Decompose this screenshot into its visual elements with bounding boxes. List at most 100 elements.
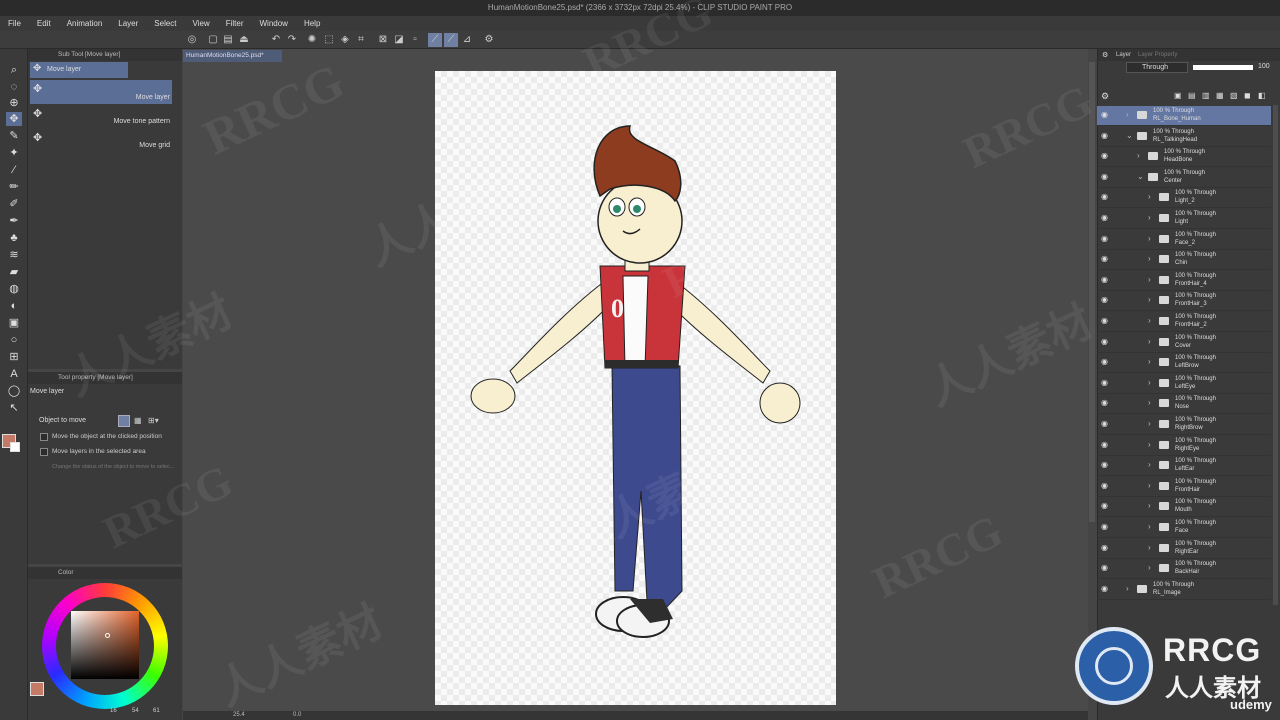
snap-grid-icon[interactable]: ⊿: [460, 33, 474, 47]
eye-icon[interactable]: ◉: [1101, 152, 1111, 160]
layer-settings-icon[interactable]: ⚙: [1101, 91, 1109, 102]
figure-icon[interactable]: ▣: [6, 316, 22, 330]
lasso-icon[interactable]: ◌: [6, 80, 22, 94]
menu-item-select[interactable]: Select: [146, 19, 184, 28]
menu-item-view[interactable]: View: [185, 19, 218, 28]
eye-icon[interactable]: ◉: [1101, 440, 1111, 449]
eye-icon[interactable]: ◉: [1101, 317, 1111, 325]
chevron-right-icon[interactable]: ›: [1148, 378, 1156, 387]
transform-icon[interactable]: ◈: [338, 33, 352, 47]
menu-item-help[interactable]: Help: [296, 19, 328, 28]
redo-icon[interactable]: ↷: [285, 33, 299, 47]
color-picker-cursor[interactable]: [105, 633, 110, 638]
saturation-value-square[interactable]: [71, 611, 139, 679]
menu-item-edit[interactable]: Edit: [29, 19, 59, 28]
pen-icon[interactable]: ✎: [6, 129, 22, 143]
layer-row[interactable]: ◉ › 100 % Through Light: [1097, 209, 1271, 229]
layer-tab[interactable]: Layer: [1116, 52, 1131, 58]
airbrush-icon[interactable]: ✒: [6, 214, 22, 228]
canvas-vertical-scrollbar[interactable]: [1089, 62, 1095, 522]
eye-icon[interactable]: ◉: [1101, 214, 1111, 222]
eye-icon[interactable]: ◉: [1101, 399, 1111, 407]
document-tab[interactable]: HumanMotionBone25.psd*: [183, 50, 282, 62]
new-file-icon[interactable]: ▢: [206, 33, 220, 47]
correct-line-icon[interactable]: ↖: [6, 401, 22, 415]
save-icon[interactable]: ⏏: [237, 33, 251, 47]
eye-icon[interactable]: ◉: [1101, 564, 1111, 572]
opacity-value[interactable]: 100: [1258, 63, 1270, 70]
deselect-icon[interactable]: ⊠: [376, 33, 390, 47]
angle-value[interactable]: 0.0: [293, 712, 301, 718]
subtool-item-move-tone-pattern[interactable]: ✥ Move tone pattern: [30, 105, 172, 129]
blend-icon[interactable]: ≋: [6, 248, 22, 262]
option-checkbox-selected-area[interactable]: [40, 448, 48, 456]
layer-row[interactable]: ◉ › 100 % Through Nose: [1097, 394, 1271, 415]
layer-row[interactable]: ◉ › 100 % Through RightBrow: [1097, 415, 1271, 435]
layer-row[interactable]: ◉ ⌄ 100 % Through RL_TalkingHead: [1097, 127, 1271, 147]
layer-row[interactable]: ◉ › 100 % Through FrontHair_2: [1097, 312, 1271, 332]
layer-row[interactable]: ◉ › 100 % Through LeftEar: [1097, 456, 1271, 477]
layer-row[interactable]: ◉ › 100 % Through LeftBrow: [1097, 353, 1271, 374]
layer-row[interactable]: ◉ › 100 % Through LeftEye: [1097, 374, 1271, 394]
eye-icon[interactable]: ◉: [1101, 234, 1111, 243]
eye-icon[interactable]: ◉: [1101, 461, 1111, 469]
chevron-right-icon[interactable]: ›: [1148, 398, 1156, 407]
select-icon[interactable]: ⊕: [6, 96, 22, 110]
layer-row[interactable]: ◉ › 100 % Through Mouth: [1097, 497, 1271, 518]
eye-icon[interactable]: ◉: [1101, 337, 1111, 346]
chevron-right-icon[interactable]: ›: [1148, 295, 1156, 304]
menu-item-window[interactable]: Window: [252, 19, 296, 28]
frame-icon[interactable]: ○: [6, 333, 22, 347]
clear-icon[interactable]: ✺: [305, 33, 319, 47]
layer-row[interactable]: ◉ › 100 % Through RL_Image: [1097, 580, 1271, 600]
decoration-icon[interactable]: ♣: [6, 231, 22, 245]
eye-icon[interactable]: ◉: [1101, 131, 1111, 140]
layer-row[interactable]: ◉ › 100 % Through HeadBone: [1097, 147, 1271, 168]
eye-icon[interactable]: ◉: [1101, 358, 1111, 366]
fill-bucket-icon[interactable]: ◍: [6, 282, 22, 296]
pencil-icon[interactable]: ✏: [6, 180, 22, 194]
layer-row[interactable]: ◉ › 100 % Through Face_2: [1097, 230, 1271, 250]
balloon-icon[interactable]: ◯: [6, 384, 22, 398]
chevron-down-icon[interactable]: ⌄: [1137, 172, 1145, 181]
move-icon[interactable]: ✥: [6, 112, 22, 126]
brush-icon[interactable]: ✐: [6, 197, 22, 211]
chevron-right-icon[interactable]: ›: [1148, 357, 1156, 366]
snap-ruler-icon[interactable]: ⟋: [428, 33, 442, 47]
menu-item-filter[interactable]: Filter: [218, 19, 252, 28]
eye-icon[interactable]: ◉: [1101, 255, 1111, 263]
layer-row[interactable]: ◉ › 100 % Through Cover: [1097, 333, 1271, 353]
undo-icon[interactable]: ↶: [269, 33, 283, 47]
layer-row[interactable]: ◉ › 100 % Through Face: [1097, 518, 1271, 538]
text-icon[interactable]: A: [6, 367, 22, 381]
eye-icon[interactable]: ◉: [1101, 378, 1111, 387]
snap-special-ruler-icon[interactable]: ⟋: [444, 33, 458, 47]
color-panel-main-swatch[interactable]: [30, 682, 44, 696]
chevron-right-icon[interactable]: ›: [1126, 110, 1134, 119]
layer-row[interactable]: ◉ › 100 % Through FrontHair: [1097, 477, 1271, 497]
eye-icon[interactable]: ◉: [1101, 481, 1111, 490]
eye-icon[interactable]: ◉: [1101, 584, 1111, 593]
subtool-item-move-grid[interactable]: ✥ Move grid: [30, 129, 172, 153]
layer-mask-icon[interactable]: ▣: [1174, 91, 1182, 100]
clip-studio-icon[interactable]: ◎: [185, 33, 199, 47]
menu-item-layer[interactable]: Layer: [110, 19, 146, 28]
layer-ref-icon[interactable]: ▥: [1202, 91, 1210, 100]
chevron-right-icon[interactable]: ›: [1148, 563, 1156, 572]
layer-scrollbar[interactable]: [1273, 105, 1278, 605]
eye-icon[interactable]: ◉: [1101, 193, 1111, 201]
layer-alpha-lock-icon[interactable]: ◼: [1244, 91, 1251, 100]
layer-row[interactable]: ◉ › 100 % Through FrontHair_4: [1097, 271, 1271, 291]
layer-lock-icon[interactable]: ▧: [1230, 91, 1238, 100]
zoom-icon[interactable]: ⌕: [6, 63, 22, 77]
chevron-right-icon[interactable]: ›: [1148, 213, 1156, 222]
layer-row[interactable]: ◉ ⌄ 100 % Through Center: [1097, 168, 1271, 188]
layer-row[interactable]: ◉ › 100 % Through RightEye: [1097, 436, 1271, 456]
chevron-right-icon[interactable]: ›: [1126, 584, 1134, 593]
layer-clip-icon[interactable]: ▤: [1188, 91, 1196, 100]
fill-icon[interactable]: ⬚: [322, 33, 336, 47]
blend-mode-select[interactable]: Through: [1126, 62, 1188, 73]
magic-wand-icon[interactable]: ✦: [6, 146, 22, 160]
layer-draft-icon[interactable]: ▦: [1216, 91, 1224, 100]
eye-icon[interactable]: ◉: [1101, 543, 1111, 552]
